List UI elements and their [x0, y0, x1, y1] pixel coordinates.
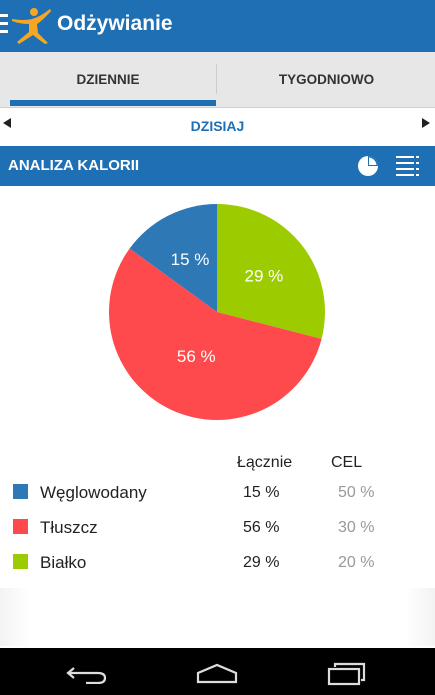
recents-nav-icon[interactable] — [327, 662, 367, 686]
tab-divider — [216, 64, 217, 94]
date-label[interactable]: DZISIAJ — [0, 118, 435, 134]
pie-view-icon[interactable] — [356, 154, 380, 178]
tab-daily[interactable]: DZIENNIE — [0, 52, 216, 107]
legend-swatch-carbs — [13, 484, 28, 499]
section-title: ANALIZA KALORII — [8, 157, 140, 174]
tab-active-indicator — [10, 100, 216, 106]
column-header-goal: CEL — [331, 454, 363, 471]
legend-label-carbs: Węglowodany — [40, 483, 147, 502]
total-value-fat: 56 % — [243, 519, 280, 536]
system-nav-bar — [0, 648, 435, 695]
app-title: Odżywianie — [57, 12, 173, 35]
tab-weekly[interactable]: TYGODNIOWO — [218, 52, 435, 107]
goal-value-carbs: 50 % — [338, 484, 375, 501]
pie-label-fat: 56 % — [177, 347, 216, 366]
home-nav-icon[interactable] — [195, 663, 239, 685]
next-day-arrow-icon[interactable] — [422, 118, 430, 128]
legend-swatch-fat — [13, 519, 28, 534]
pie-label-carbs: 15 % — [171, 250, 210, 269]
scroll-fade-left — [0, 588, 30, 646]
goal-value-fat: 30 % — [338, 519, 375, 536]
legend-label-fat: Tłuszcz — [40, 518, 98, 537]
goal-value-protein: 20 % — [338, 554, 375, 571]
logo-icon — [12, 8, 51, 44]
column-header-total: Łącznie — [237, 454, 293, 471]
legend-swatch-protein — [13, 554, 28, 569]
pie-label-protein: 29 % — [245, 267, 284, 286]
calorie-pie-chart: 29 % 56 % 15 % — [109, 204, 325, 420]
list-view-icon[interactable] — [396, 155, 420, 177]
scroll-fade-right — [405, 588, 435, 646]
total-value-protein: 29 % — [243, 554, 280, 571]
total-value-carbs: 15 % — [243, 484, 280, 501]
menu-icon[interactable] — [0, 14, 8, 36]
previous-day-arrow-icon[interactable] — [3, 118, 11, 128]
legend-label-protein: Białko — [40, 553, 87, 572]
back-nav-icon[interactable] — [66, 664, 108, 684]
